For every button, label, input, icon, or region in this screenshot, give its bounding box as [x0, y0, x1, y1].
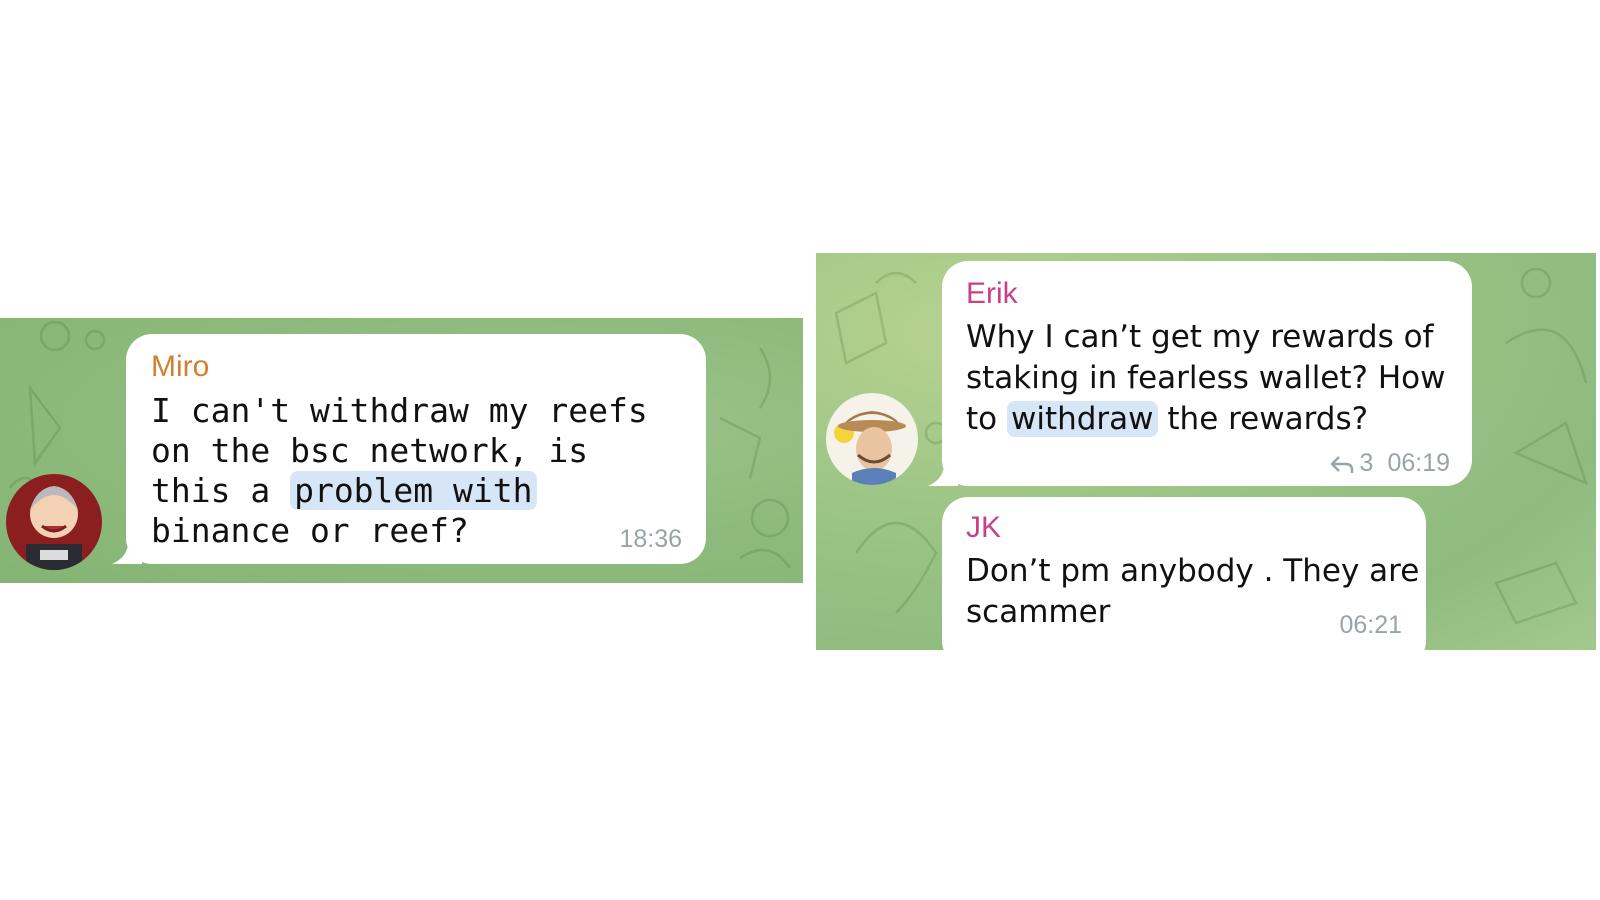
reply-indicator[interactable]: 3 06:19 — [1329, 449, 1450, 478]
sender-name: Miro — [151, 350, 210, 383]
bubble-tail — [928, 460, 958, 486]
search-highlight: problem with — [290, 471, 537, 510]
bubble-tail — [112, 538, 142, 564]
erik-message-bubble[interactable]: Erik Why I can’t get my rewards of staki… — [928, 261, 1472, 486]
miro-avatar[interactable] — [6, 474, 102, 570]
message-line: I can't withdraw my reefs — [151, 391, 648, 430]
jk-message-bubble[interactable]: JK Don’t pm anybody . They are scammer 0… — [942, 497, 1426, 650]
anime-character-avatar-icon — [6, 474, 102, 570]
reply-arrow-icon — [1329, 455, 1353, 473]
message-timestamp: 06:19 — [1387, 449, 1450, 477]
message-line-text: the rewards? — [1157, 401, 1369, 437]
cowboy-portrait-avatar-icon — [826, 393, 918, 485]
message-text: Why I can’t get my rewards of staking in… — [966, 317, 1445, 440]
message-timestamp: 06:21 — [1339, 611, 1402, 639]
erik-avatar[interactable] — [826, 393, 918, 485]
right-chat-screenshot: Erik Why I can’t get my rewards of staki… — [816, 253, 1596, 650]
message-line: Don’t pm anybody . They are — [966, 553, 1420, 589]
sender-name: JK — [966, 511, 1002, 544]
reply-count: 3 — [1359, 449, 1374, 477]
message-line: staking in fearless wallet? How — [966, 360, 1446, 396]
message-line-text: to — [966, 401, 1007, 437]
message-line: binance or reef? — [151, 511, 469, 550]
message-line: this a problem with — [151, 471, 648, 511]
message-line: to withdraw the rewards? — [966, 399, 1445, 440]
sender-name: Erik — [966, 277, 1018, 310]
message-line-text: this a — [151, 471, 291, 510]
message-timestamp: 18:36 — [619, 525, 682, 553]
message-line: Why I can’t get my rewards of — [966, 319, 1434, 355]
message-text: I can't withdraw my reefs on the bsc net… — [151, 391, 648, 551]
search-highlight: withdraw — [1006, 401, 1158, 437]
left-chat-screenshot: Miro I can't withdraw my reefs on the bs… — [0, 318, 803, 583]
message-line: on the bsc network, is — [151, 431, 589, 470]
miro-message-bubble[interactable]: Miro I can't withdraw my reefs on the bs… — [112, 334, 706, 564]
